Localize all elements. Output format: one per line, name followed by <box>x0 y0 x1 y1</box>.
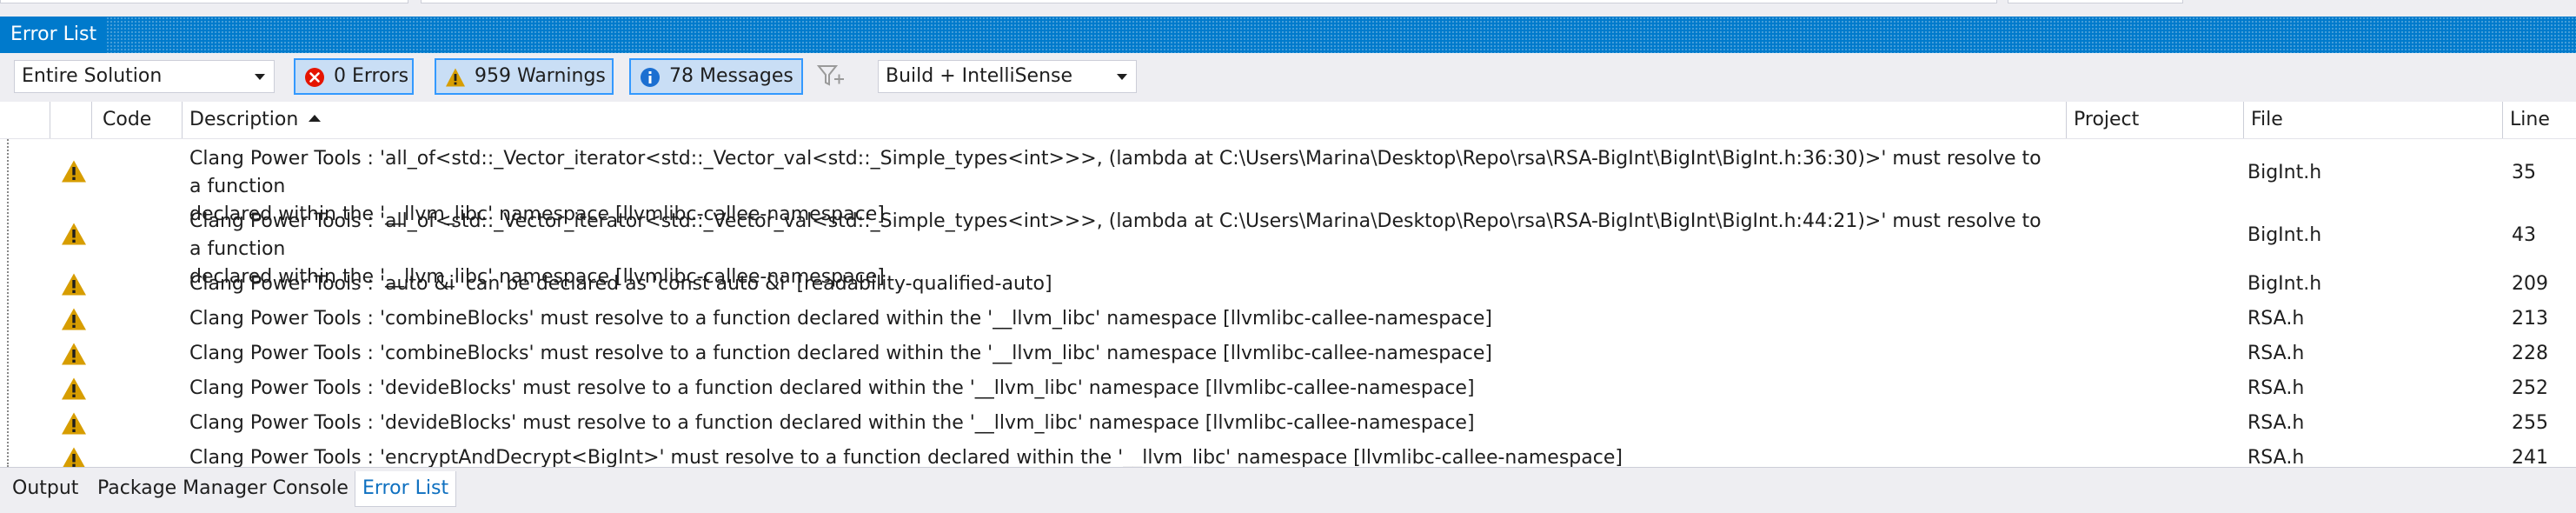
errors-toggle-button[interactable]: 0 Errors <box>294 58 414 95</box>
bottom-tool-tabs: Output Package Manager Console Error Lis… <box>0 467 2576 513</box>
header-file-label: File <box>2251 109 2283 130</box>
tab-error-list[interactable]: Error List <box>355 471 457 507</box>
warning-icon <box>62 273 86 296</box>
error-icon <box>305 68 324 87</box>
panel-title: Error List <box>0 17 108 53</box>
header-line[interactable]: Line <box>2503 102 2576 138</box>
warning-icon <box>63 447 85 467</box>
table-row[interactable]: Clang Power Tools : 'devideBlocks' must … <box>0 371 2576 406</box>
source-dropdown[interactable]: Build + IntelliSense <box>878 60 1137 93</box>
top-strip <box>0 0 2576 16</box>
warning-icon <box>62 223 86 245</box>
table-row[interactable]: Clang Power Tools : 'all_of<std::_Vector… <box>0 204 2576 288</box>
row-file: RSA.h <box>2247 308 2305 330</box>
tab-package-manager-console[interactable]: Package Manager Console <box>90 471 355 506</box>
header-select[interactable] <box>9 102 50 138</box>
row-line: 209 <box>2512 273 2548 295</box>
row-description: Clang Power Tools : 'combineBlocks' must… <box>189 308 1492 330</box>
row-line: 241 <box>2512 447 2548 467</box>
header-project-label: Project <box>2074 109 2140 130</box>
tab-output[interactable]: Output <box>5 471 85 506</box>
chevron-down-icon <box>1117 74 1127 80</box>
row-file: BigInt.h <box>2247 162 2322 183</box>
panel-title-bar[interactable]: Error List <box>0 17 2576 53</box>
row-line: 252 <box>2512 377 2548 399</box>
header-severity[interactable] <box>50 102 92 138</box>
warning-icon <box>62 412 86 435</box>
row-file: BigInt.h <box>2247 224 2322 246</box>
header-project[interactable]: Project <box>2067 102 2244 138</box>
row-line: 213 <box>2512 308 2548 330</box>
header-code-label: Code <box>103 109 152 130</box>
top-tab-edge <box>0 0 408 3</box>
row-description: Clang Power Tools : 'devideBlocks' must … <box>189 412 1475 434</box>
table-row[interactable]: Clang Power Tools : 'combineBlocks' must… <box>0 336 2576 371</box>
header-description-label: Description <box>189 109 299 130</box>
warning-icon <box>446 68 465 87</box>
table-row[interactable]: Clang Power Tools : 'all_of<std::_Vector… <box>0 142 2576 225</box>
row-description: Clang Power Tools : 'devideBlocks' must … <box>189 377 1475 399</box>
table-row[interactable]: Clang Power Tools : 'devideBlocks' must … <box>0 406 2576 441</box>
header-description[interactable]: Description <box>183 102 2067 138</box>
row-line: 35 <box>2512 162 2536 183</box>
sort-ascending-icon <box>309 115 322 122</box>
row-file: RSA.h <box>2247 343 2305 364</box>
warning-icon <box>62 377 86 400</box>
row-file: BigInt.h <box>2247 273 2322 295</box>
error-list-toolbar: Entire Solution 0 Errors 959 Warnings 78… <box>0 53 2576 102</box>
row-line: 228 <box>2512 343 2548 364</box>
warning-icon <box>62 308 86 330</box>
row-file: RSA.h <box>2247 412 2305 434</box>
grid-header: Code Description Project File Line <box>0 102 2576 139</box>
source-value: Build + IntelliSense <box>886 65 1073 87</box>
row-description: Clang Power Tools : 'encryptAndDecrypt<B… <box>189 447 1623 467</box>
row-file: RSA.h <box>2247 447 2305 467</box>
row-description: Clang Power Tools : 'auto &i' can be dec… <box>189 273 1052 295</box>
header-file[interactable]: File <box>2244 102 2503 138</box>
filter-icon[interactable] <box>817 63 846 90</box>
chevron-down-icon <box>255 74 265 80</box>
warning-icon <box>62 343 86 365</box>
table-row[interactable]: Clang Power Tools : 'combineBlocks' must… <box>0 302 2576 336</box>
errors-label: 0 Errors <box>334 65 409 87</box>
row-line: 43 <box>2512 224 2536 246</box>
table-row[interactable]: Clang Power Tools : 'auto &i' can be dec… <box>0 267 2576 302</box>
warning-icon <box>62 160 86 183</box>
top-tab-edge <box>421 0 1997 3</box>
scope-dropdown[interactable]: Entire Solution <box>14 60 275 93</box>
info-icon <box>641 68 660 87</box>
row-description: Clang Power Tools : 'combineBlocks' must… <box>189 343 1492 364</box>
messages-label: 78 Messages <box>669 65 793 87</box>
header-line-label: Line <box>2510 109 2550 130</box>
scope-value: Entire Solution <box>22 65 163 87</box>
row-file: RSA.h <box>2247 377 2305 399</box>
warnings-label: 959 Warnings <box>475 65 606 87</box>
messages-toggle-button[interactable]: 78 Messages <box>629 58 803 95</box>
header-code[interactable]: Code <box>92 102 183 138</box>
top-tab-edge <box>2008 0 2183 3</box>
warnings-toggle-button[interactable]: 959 Warnings <box>435 58 614 95</box>
error-list-grid: Code Description Project File Line Clang… <box>0 102 2576 467</box>
row-line: 255 <box>2512 412 2548 434</box>
table-row[interactable]: Clang Power Tools : 'encryptAndDecrypt<B… <box>0 441 2576 467</box>
